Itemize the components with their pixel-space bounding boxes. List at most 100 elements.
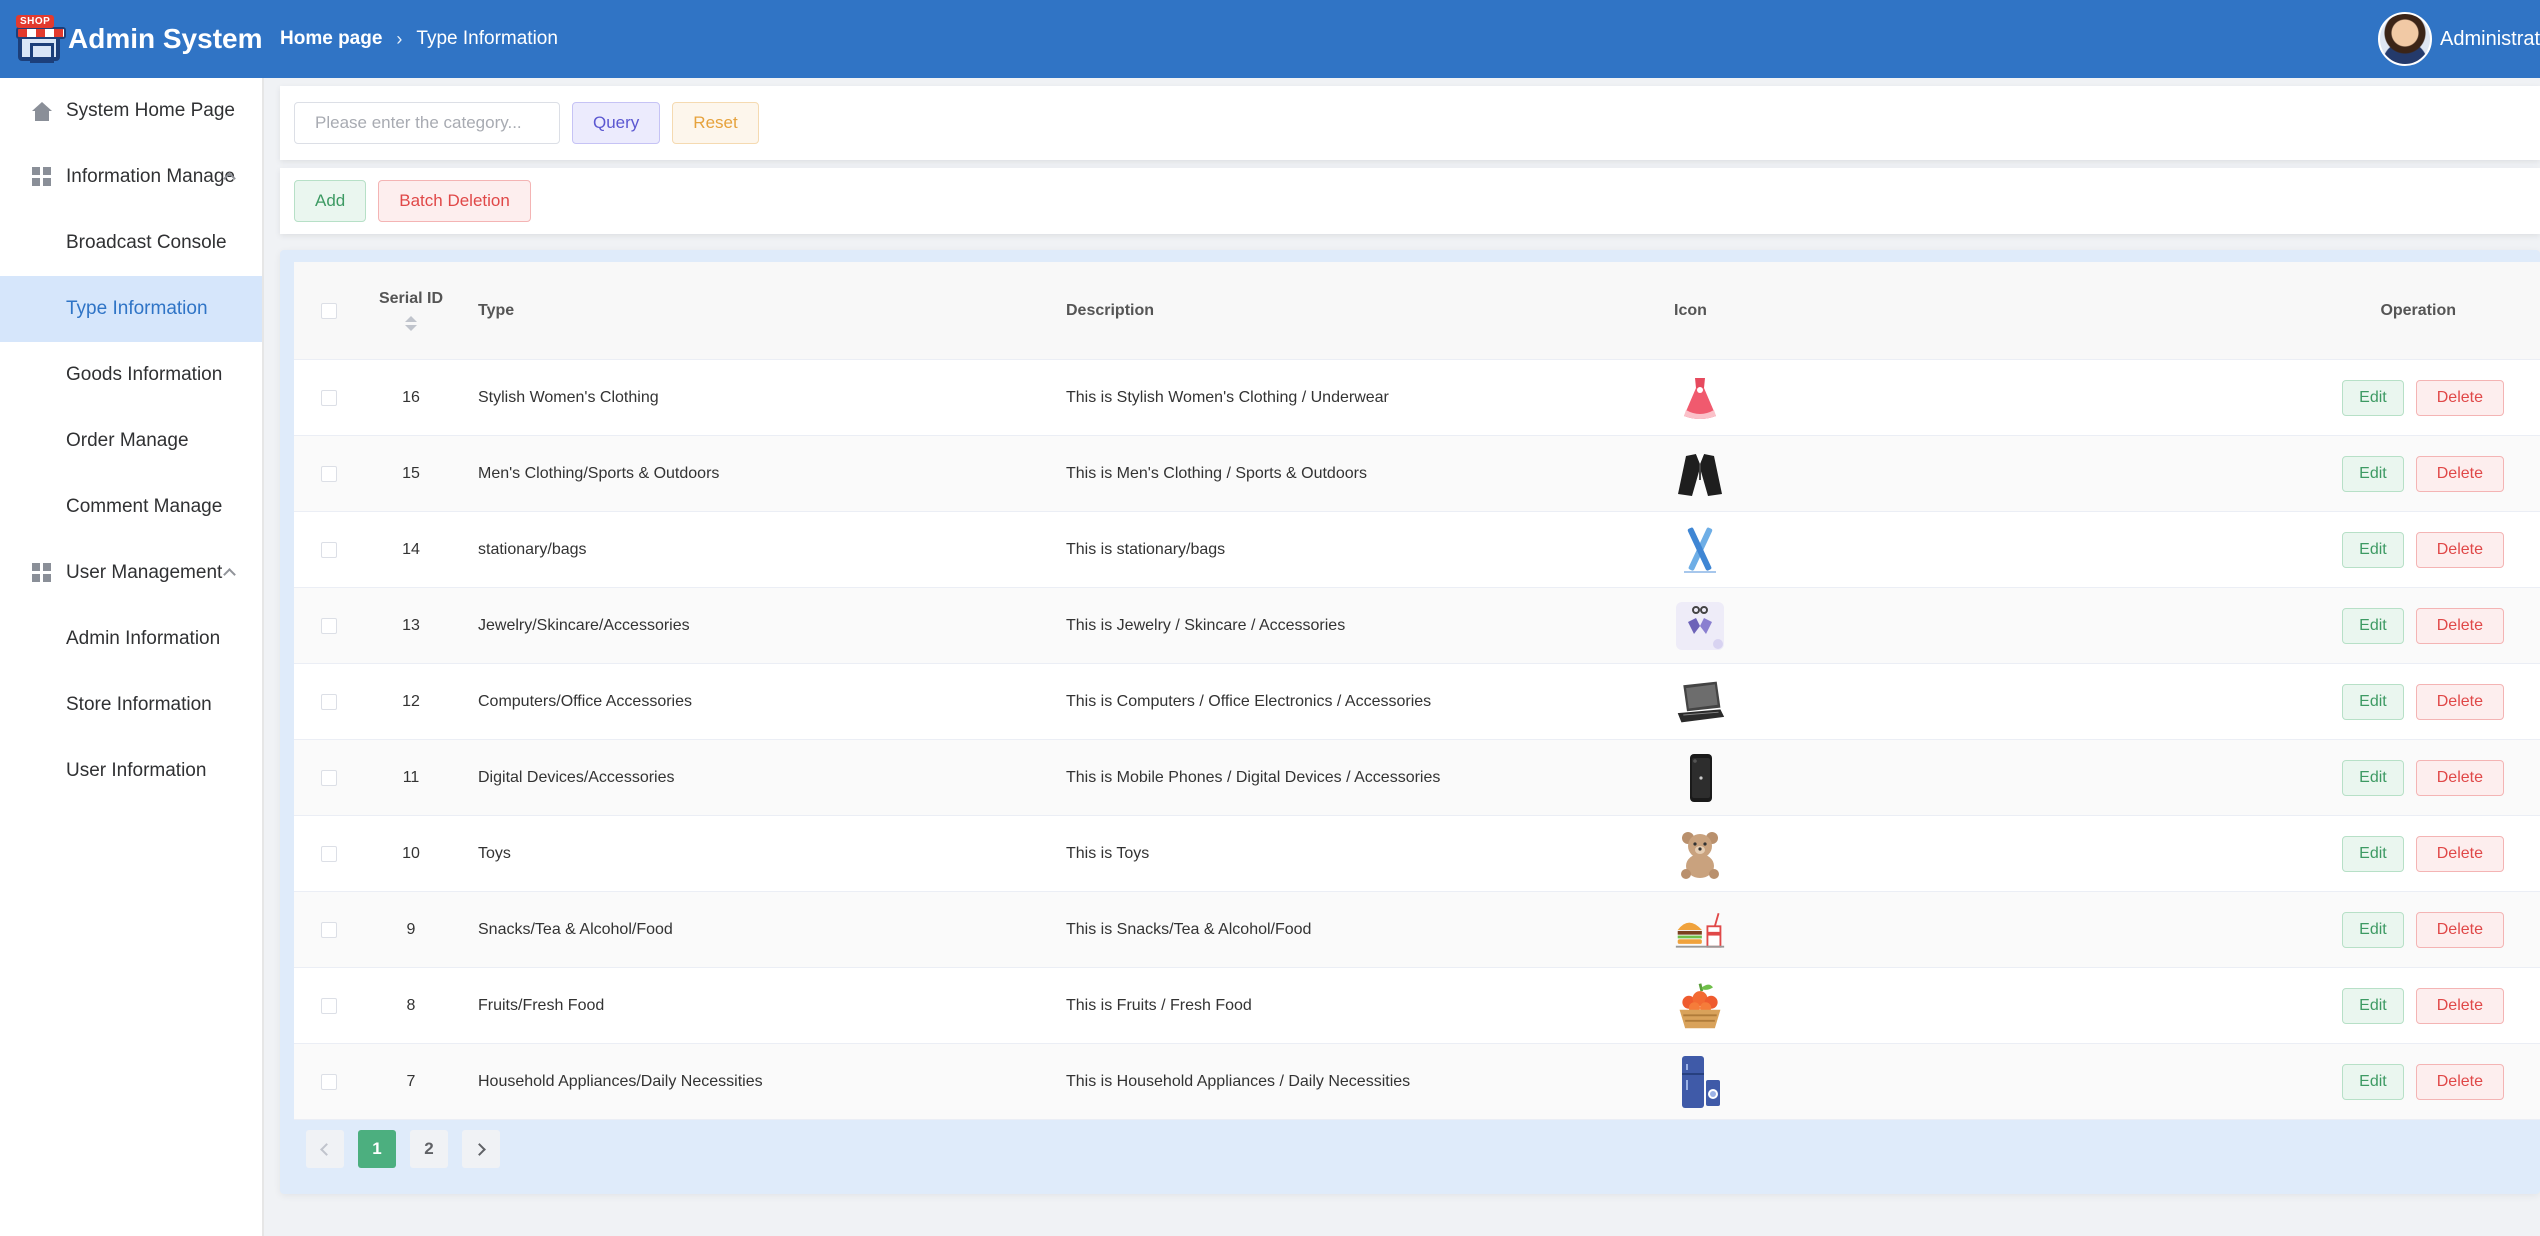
- row-checkbox[interactable]: [321, 541, 337, 558]
- edit-button[interactable]: Edit: [2342, 759, 2404, 796]
- cell-serial-id: 7: [406, 1072, 416, 1090]
- breadcrumb: Home page › Type Information: [280, 28, 558, 50]
- sidebar-item-broadcast-console[interactable]: Broadcast Console: [0, 210, 262, 276]
- pencils-icon: [1674, 524, 1726, 576]
- grid-icon: [32, 563, 52, 583]
- smartphone-icon: [1674, 752, 1726, 804]
- delete-button[interactable]: Delete: [2415, 987, 2504, 1024]
- breadcrumb-home[interactable]: Home page: [280, 28, 382, 50]
- cell-serial-id: 13: [402, 616, 420, 634]
- cell-type: Fruits/Fresh Food: [478, 996, 605, 1014]
- delete-button[interactable]: Delete: [2415, 1063, 2504, 1100]
- delete-button[interactable]: Delete: [2415, 759, 2504, 796]
- cell-description: This is Toys: [1066, 844, 1150, 862]
- row-checkbox[interactable]: [321, 617, 337, 634]
- logo-badge: SHOP: [16, 15, 55, 28]
- column-header-type: Type: [478, 301, 515, 319]
- sidebar-item-label: Comment Manage: [66, 496, 223, 517]
- cell-type: Men's Clothing/Sports & Outdoors: [478, 464, 720, 482]
- batch-delete-button[interactable]: Batch Deletion: [378, 180, 531, 222]
- cell-serial-id: 11: [402, 768, 420, 786]
- reset-button[interactable]: Reset: [672, 102, 759, 144]
- cell-serial-id: 8: [406, 996, 416, 1014]
- edit-button[interactable]: Edit: [2342, 607, 2404, 644]
- burger-drink-icon: [1674, 904, 1726, 956]
- fruit-basket-icon: [1674, 980, 1726, 1032]
- table-row: 10 Toys This is Toys Edit Delete: [294, 816, 2540, 892]
- query-button[interactable]: Query: [572, 102, 661, 144]
- cell-type: Jewelry/Skincare/Accessories: [478, 616, 690, 634]
- edit-button[interactable]: Edit: [2342, 379, 2404, 416]
- row-checkbox[interactable]: [321, 845, 337, 862]
- row-checkbox[interactable]: [321, 921, 337, 938]
- edit-button[interactable]: Edit: [2342, 531, 2404, 568]
- cell-description: This is Fruits / Fresh Food: [1066, 996, 1252, 1014]
- chevron-right-icon: ›: [396, 28, 403, 49]
- sidebar-item-order-manage[interactable]: Order Manage: [0, 408, 262, 474]
- edit-button[interactable]: Edit: [2342, 835, 2404, 872]
- pagination: 1 2: [306, 1130, 500, 1168]
- delete-button[interactable]: Delete: [2415, 683, 2504, 720]
- add-button[interactable]: Add: [294, 180, 367, 222]
- column-header-serial-id: Serial ID: [378, 290, 444, 307]
- sidebar-item-admin-information[interactable]: Admin Information: [0, 606, 262, 672]
- delete-button[interactable]: Delete: [2415, 531, 2504, 568]
- avatar[interactable]: [2378, 12, 2432, 66]
- sidebar-item-goods-information[interactable]: Goods Information: [0, 342, 262, 408]
- row-checkbox[interactable]: [321, 1073, 337, 1090]
- table-header: Serial ID Type Description Icon Operatio…: [294, 262, 2540, 360]
- sidebar-item-label: Goods Information: [66, 364, 223, 385]
- dress-icon: [1674, 372, 1726, 424]
- chevron-right-icon: [473, 1142, 486, 1156]
- sort-caret-icon[interactable]: [405, 316, 417, 331]
- cell-description: This is Computers / Office Electronics /…: [1066, 692, 1432, 710]
- sidebar-group-information-manage[interactable]: Information Manage: [0, 144, 262, 210]
- delete-button[interactable]: Delete: [2415, 607, 2504, 644]
- chevron-up-icon: [223, 568, 236, 581]
- laptop-icon: [1674, 676, 1726, 728]
- select-all-checkbox[interactable]: [321, 302, 337, 319]
- delete-button[interactable]: Delete: [2415, 455, 2504, 492]
- top-header: SHOP Admin System Home page › Type Infor…: [0, 0, 2540, 78]
- edit-button[interactable]: Edit: [2342, 911, 2404, 948]
- edit-button[interactable]: Edit: [2342, 1063, 2404, 1100]
- row-checkbox[interactable]: [321, 693, 337, 710]
- cell-description: This is Stylish Women's Clothing / Under…: [1066, 388, 1389, 406]
- cell-type: Toys: [478, 844, 511, 862]
- sidebar-item-system-home[interactable]: System Home Page: [0, 78, 262, 144]
- prev-page-button[interactable]: [306, 1130, 344, 1168]
- sidebar-item-user-information[interactable]: User Information: [0, 738, 262, 804]
- edit-button[interactable]: Edit: [2342, 683, 2404, 720]
- sidebar-item-label: Broadcast Console: [66, 232, 227, 253]
- row-checkbox[interactable]: [321, 465, 337, 482]
- sidebar-item-type-information[interactable]: Type Information: [0, 276, 262, 342]
- brand[interactable]: SHOP Admin System: [0, 0, 265, 78]
- delete-button[interactable]: Delete: [2415, 911, 2504, 948]
- edit-button[interactable]: Edit: [2342, 455, 2404, 492]
- username[interactable]: Administrator: [2440, 28, 2540, 51]
- next-page-button[interactable]: [462, 1130, 500, 1168]
- cell-type: Snacks/Tea & Alcohol/Food: [478, 920, 673, 938]
- type-table: Serial ID Type Description Icon Operatio…: [294, 262, 2540, 1120]
- category-search-input[interactable]: [294, 102, 560, 144]
- edit-button[interactable]: Edit: [2342, 987, 2404, 1024]
- earrings-icon: [1674, 600, 1726, 652]
- delete-button[interactable]: Delete: [2415, 379, 2504, 416]
- grid-icon: [32, 167, 52, 187]
- sidebar-group-user-management[interactable]: User Management: [0, 540, 262, 606]
- sidebar-item-comment-manage[interactable]: Comment Manage: [0, 474, 262, 540]
- row-checkbox[interactable]: [321, 769, 337, 786]
- page-1-button[interactable]: 1: [358, 1130, 396, 1168]
- cell-description: This is Household Appliances / Daily Nec…: [1066, 1072, 1411, 1090]
- home-icon: [32, 101, 52, 121]
- delete-button[interactable]: Delete: [2415, 835, 2504, 872]
- sidebar-item-store-information[interactable]: Store Information: [0, 672, 262, 738]
- serial-id-header[interactable]: Serial ID: [364, 290, 458, 331]
- row-checkbox[interactable]: [321, 997, 337, 1014]
- search-panel: Query Reset: [280, 86, 2540, 160]
- row-checkbox[interactable]: [321, 389, 337, 406]
- user-menu[interactable]: Administrator: [2378, 12, 2540, 66]
- suit-icon: [1674, 448, 1726, 500]
- table-row: 12 Computers/Office Accessories This is Co…: [294, 664, 2540, 740]
- page-2-button[interactable]: 2: [410, 1130, 448, 1168]
